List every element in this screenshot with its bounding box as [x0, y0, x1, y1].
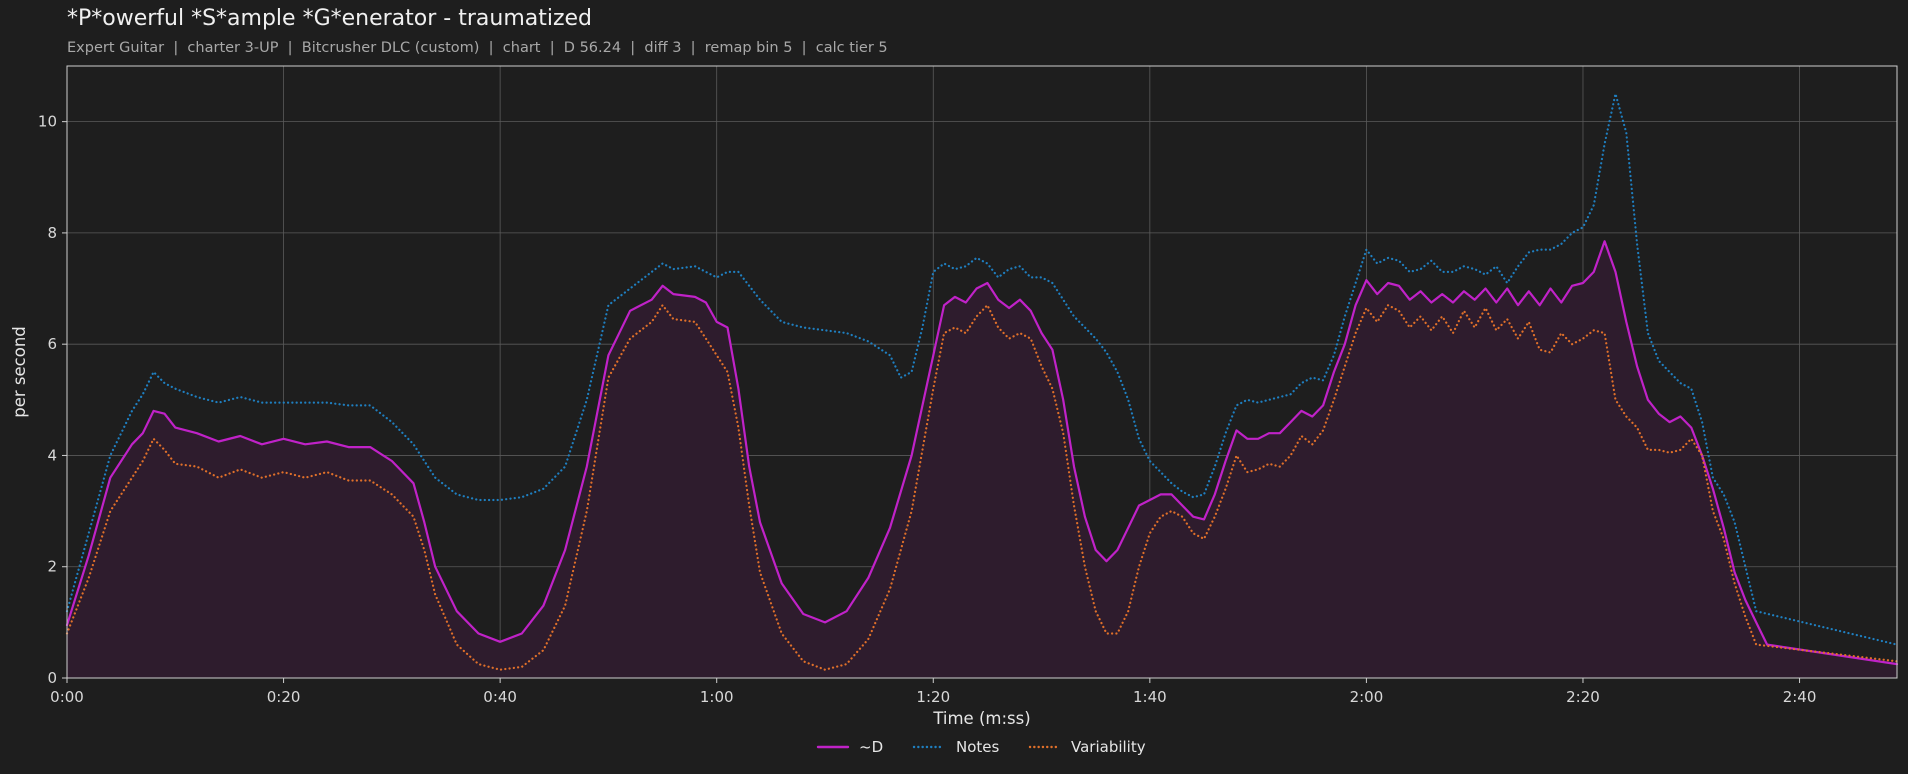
- x-tick-label: 1:40: [1133, 688, 1167, 706]
- legend-label: ~D: [859, 738, 883, 756]
- legend-label: Notes: [956, 738, 1000, 756]
- x-tick-label: 2:00: [1350, 688, 1384, 706]
- x-tick-label: 2:20: [1566, 688, 1600, 706]
- y-tick-label: 8: [47, 224, 57, 242]
- y-axis-ticks: 0 2 4 6 8 10: [38, 113, 67, 687]
- chart-canvas: 0:00 0:20 0:40 1:00 1:20 1:40 2:00 2:20 2:40 0 2 4…: [10, 65, 1899, 756]
- x-tick-label: 0:20: [267, 688, 301, 706]
- y-tick-label: 4: [47, 446, 57, 464]
- x-tick-label: 1:20: [916, 688, 950, 706]
- x-tick-label: 0:40: [483, 688, 517, 706]
- legend-label: Variability: [1071, 738, 1146, 756]
- y-tick-label: 6: [47, 335, 57, 353]
- x-axis-label: Time (m:ss): [932, 709, 1030, 728]
- y-axis-label: per second: [10, 326, 29, 418]
- x-tick-label: 0:00: [50, 688, 84, 706]
- legend: ~D Notes Variability: [816, 738, 1146, 756]
- x-tick-label: 2:40: [1783, 688, 1817, 706]
- y-tick-label: 10: [38, 113, 57, 131]
- y-tick-label: 2: [47, 558, 57, 576]
- x-tick-label: 1:00: [700, 688, 734, 706]
- y-tick-label: 0: [47, 669, 57, 687]
- x-axis-ticks: 0:00 0:20 0:40 1:00 1:20 1:40 2:00 2:20 2:40: [50, 678, 1816, 706]
